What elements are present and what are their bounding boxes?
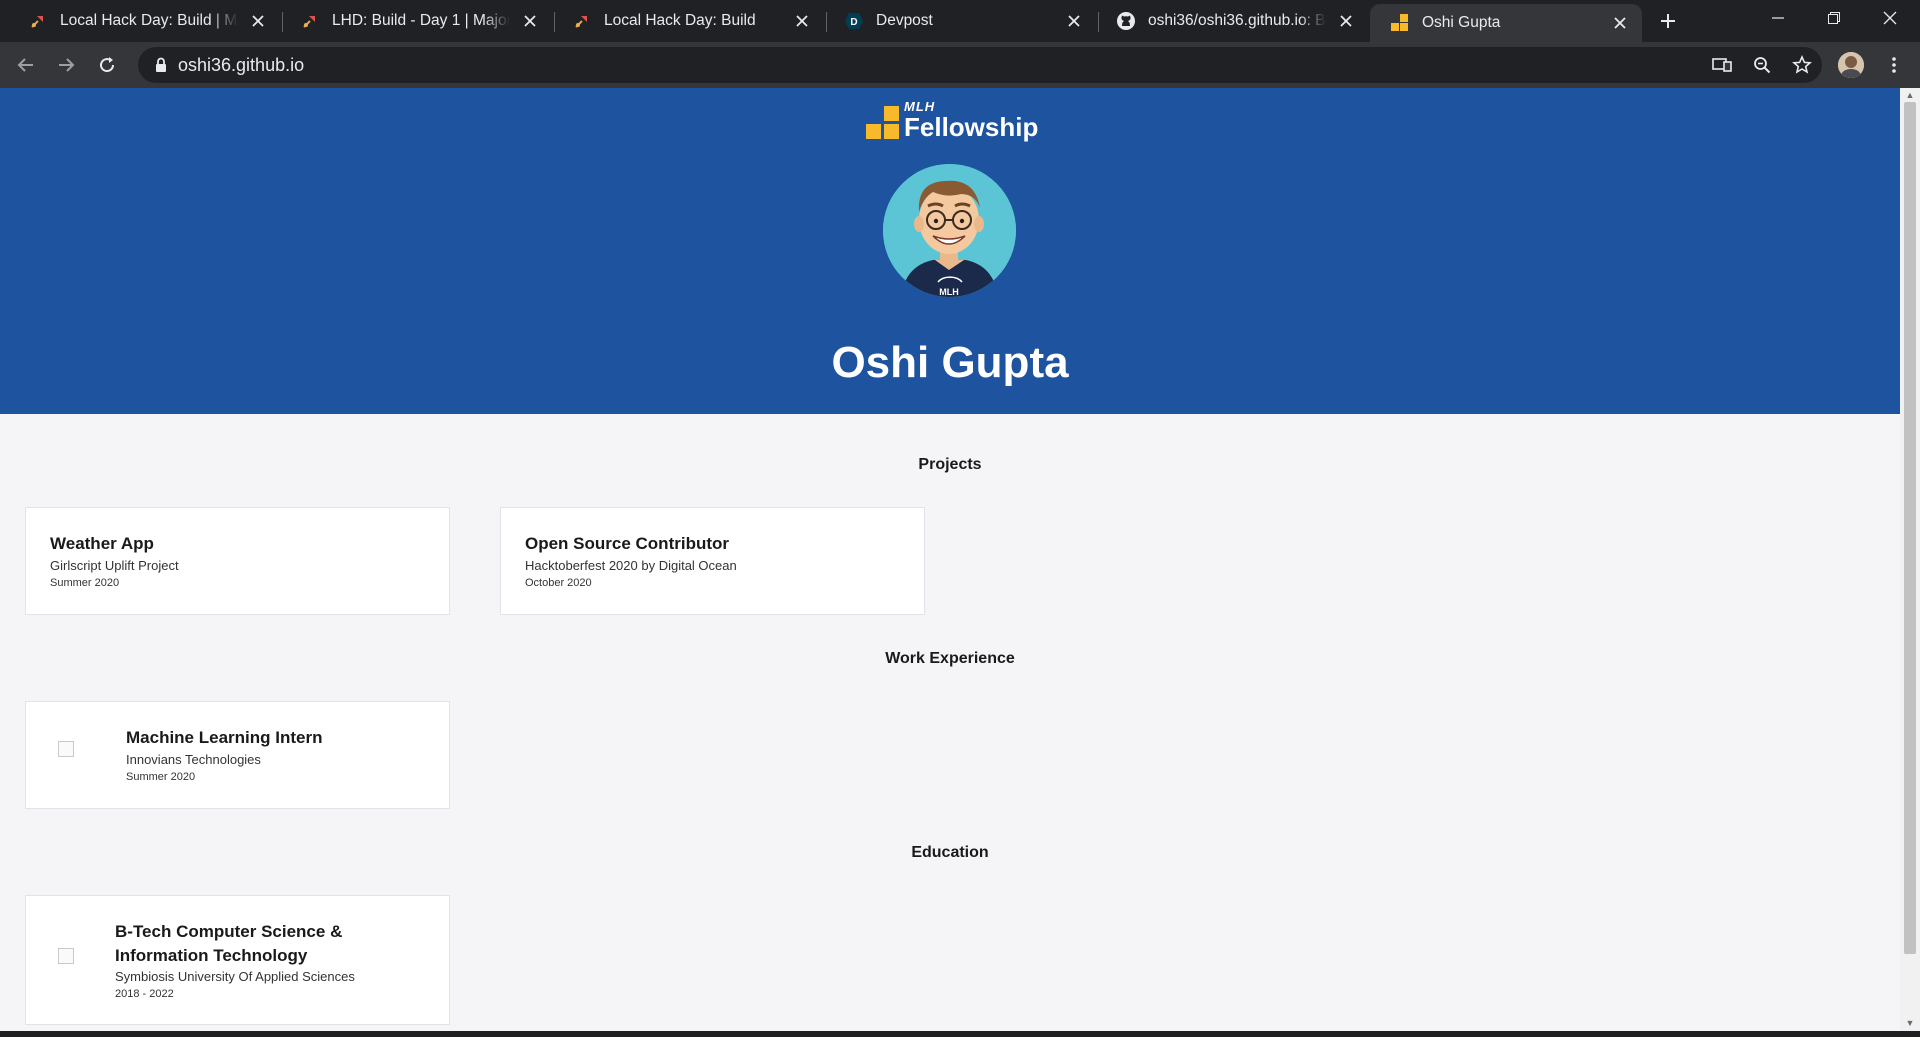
profile-avatar[interactable] [1838,52,1864,78]
tab-title: LHD: Build - Day 1 | Major Le [332,12,510,29]
svg-text:MLH: MLH [939,287,959,297]
project-card-open-source[interactable]: Open Source Contributor Hacktoberfest 20… [500,507,925,615]
reload-button[interactable] [91,49,123,81]
education-title-line1: B-Tech Computer Science & [115,922,343,941]
github-icon [1116,11,1136,31]
tab-oshi-gupta[interactable]: Oshi Gupta [1370,4,1642,42]
tab-title: oshi36/oshi36.github.io: Basi [1148,12,1326,29]
close-icon[interactable] [792,11,812,31]
minimize-button[interactable] [1750,0,1806,36]
projects-heading: Projects [918,456,982,473]
url-text: oshi36.github.io [178,55,305,75]
work-experience-heading: Work Experience [885,650,1015,667]
project-card-weather-app[interactable]: Weather App Girlscript Uplift Project Su… [25,507,450,615]
education-heading: Education [911,844,989,861]
taskbar-strip [0,1031,1920,1037]
new-tab-button[interactable] [1656,9,1680,33]
tab-github-repo[interactable]: oshi36/oshi36.github.io: Basi [1096,0,1368,42]
work-company: Innovians Technologies [126,752,261,767]
scroll-down-arrow-icon[interactable]: ▼ [1905,1018,1915,1028]
work-title: Machine Learning Intern [126,728,323,747]
mlh-fellowship-logo[interactable]: MLH Fellowship [866,100,1038,140]
close-icon[interactable] [1610,13,1630,33]
tab-lhd-build[interactable]: Local Hack Day: Build [552,0,824,42]
cast-icon[interactable] [1706,49,1738,81]
broken-image-icon [58,741,74,757]
close-window-button[interactable] [1862,0,1918,36]
project-title: Weather App [50,534,154,553]
project-title: Open Source Contributor [525,534,729,553]
scroll-up-arrow-icon[interactable]: ▲ [1905,90,1915,100]
zoom-icon[interactable] [1746,49,1778,81]
lhd-rocket-icon [572,11,592,31]
browser-toolbar: oshi36.github.io [0,42,1920,88]
page-title: Oshi Gupta [831,338,1069,387]
profile-avatar-illustration: MLH [883,164,1016,297]
back-button[interactable] [10,49,42,81]
mlh-squares-icon [866,106,900,140]
lhd-rocket-icon [300,11,320,31]
project-date: October 2020 [525,577,592,589]
work-card-ml-intern[interactable]: Machine Learning Intern Innovians Techno… [25,701,450,809]
tab-lhd-build-major[interactable]: Local Hack Day: Build | Major [8,0,280,42]
page-scrollbar[interactable]: ▲ ▼ [1900,88,1920,1031]
tab-title: Local Hack Day: Build | Major [60,12,238,29]
education-school: Symbiosis University Of Applied Sciences [115,969,355,984]
tab-strip: Local Hack Day: Build | Major LHD: Build… [0,0,1920,42]
work-date: Summer 2020 [126,771,196,783]
close-icon[interactable] [1064,11,1084,31]
forward-button[interactable] [50,49,82,81]
address-bar[interactable]: oshi36.github.io [138,47,1822,83]
broken-image-icon [58,948,74,964]
education-card-btech[interactable]: B-Tech Computer Science & Information Te… [25,895,450,1025]
menu-kebab-icon[interactable] [1878,49,1910,81]
page-viewport: MLH Fellowship MLH Oshi Gupta Projects W… [0,88,1900,1031]
lock-icon[interactable] [152,56,170,74]
bookmark-star-icon[interactable] [1786,49,1818,81]
mlh-fellowship-icon [1390,13,1410,33]
project-subtitle: Girlscript Uplift Project [50,558,179,573]
restore-button[interactable] [1806,0,1862,36]
devpost-icon: D [844,11,864,31]
svg-text:D: D [850,17,857,28]
tab-lhd-day1[interactable]: LHD: Build - Day 1 | Major Le [280,0,552,42]
tab-title: Local Hack Day: Build [604,12,756,29]
tab-title: Oshi Gupta [1422,14,1501,31]
close-icon[interactable] [1336,11,1356,31]
project-date: Summer 2020 [50,577,120,589]
lhd-rocket-icon [28,11,48,31]
tab-devpost[interactable]: D Devpost [824,0,1096,42]
hero-header: MLH Fellowship MLH Oshi Gupta [0,88,1900,414]
tab-title: Devpost [876,12,933,29]
education-title-line2: Information Technology [115,946,308,965]
close-icon[interactable] [248,11,268,31]
logo-main-text: Fellowship [904,112,1039,142]
project-subtitle: Hacktoberfest 2020 by Digital Ocean [525,558,737,573]
close-icon[interactable] [520,11,540,31]
education-date: 2018 - 2022 [115,988,174,1000]
scrollbar-thumb[interactable] [1904,102,1916,954]
